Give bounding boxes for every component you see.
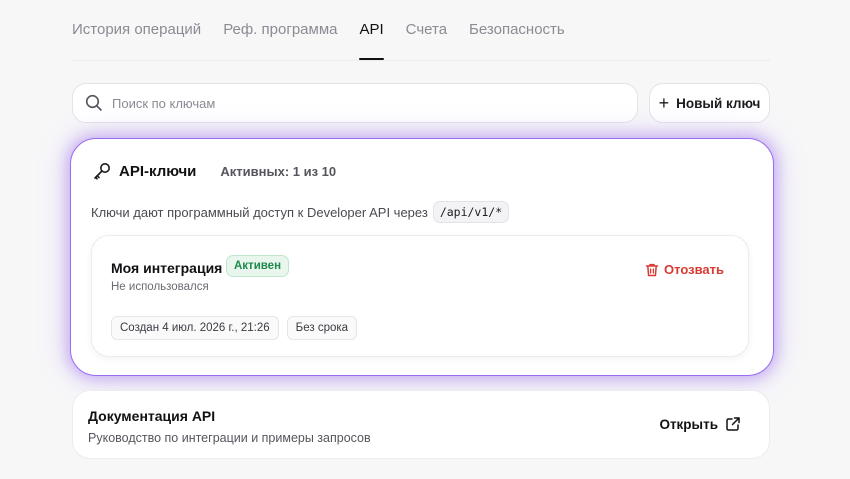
open-docs-button[interactable]: Открыть xyxy=(659,416,741,432)
tab-api[interactable]: API xyxy=(359,21,384,60)
key-icon xyxy=(92,161,112,181)
search-input[interactable] xyxy=(112,95,592,111)
api-keys-header: API-ключи Активных: 1 из 10 xyxy=(92,161,336,181)
endpoint-code: /api/v1/* xyxy=(432,201,510,223)
tab-security[interactable]: Безопасность xyxy=(469,21,565,60)
api-docs-card: Документация API Руководство по интеграц… xyxy=(72,390,770,459)
key-meta: Создан 4 июл. 2026 г., 21:26 Без срока xyxy=(111,316,365,340)
plus-icon: + xyxy=(658,93,670,113)
tabs-bar: История операций Реф. программа API Счет… xyxy=(72,0,587,60)
search-icon xyxy=(85,94,103,112)
revoke-label: Отозвать xyxy=(664,262,724,277)
api-key-item: Моя интеграция Активен Не использовался … xyxy=(91,235,749,357)
api-keys-description: Ключи дают программный доступ к Develope… xyxy=(91,201,510,223)
revoke-button[interactable]: Отозвать xyxy=(645,262,724,277)
external-link-icon xyxy=(725,416,741,432)
api-keys-title: API-ключи xyxy=(119,162,197,180)
key-usage: Не использовался xyxy=(111,281,209,293)
search-box xyxy=(72,83,638,123)
tab-accounts[interactable]: Счета xyxy=(406,21,447,60)
docs-title: Документация API xyxy=(88,408,216,424)
tab-history[interactable]: История операций xyxy=(72,21,201,60)
trash-icon xyxy=(645,263,659,277)
docs-subtitle: Руководство по интеграции и примеры запр… xyxy=(88,431,371,445)
new-key-label: Новый ключ xyxy=(676,95,761,111)
tab-referral[interactable]: Реф. программа xyxy=(223,21,337,60)
active-keys-count: Активных: 1 из 10 xyxy=(220,163,337,179)
status-badge: Активен xyxy=(226,255,290,277)
created-date-chip: Создан 4 июл. 2026 г., 21:26 xyxy=(111,316,279,340)
new-key-button[interactable]: + Новый ключ xyxy=(649,83,770,123)
api-keys-card: API-ключи Активных: 1 из 10 Ключи дают п… xyxy=(70,138,774,376)
tabs-divider xyxy=(72,60,770,61)
description-text: Ключи дают программный доступ к Develope… xyxy=(91,204,428,220)
key-name: Моя интеграция xyxy=(111,260,223,276)
expiry-chip: Без срока xyxy=(286,316,358,340)
open-docs-label: Открыть xyxy=(659,416,718,432)
